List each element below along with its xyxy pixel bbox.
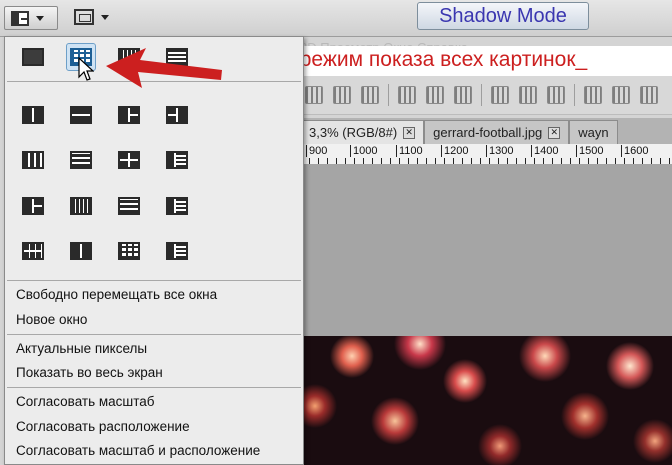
layout-6-up-icon[interactable]	[66, 237, 96, 265]
layout-5-up-icon[interactable]	[114, 192, 144, 220]
ruler-label: 1500	[576, 145, 603, 157]
ruler-label: 1200	[441, 145, 468, 157]
layout-6-up-list-icon[interactable]	[162, 237, 192, 265]
screen-mode-icon	[74, 9, 94, 25]
options-bar	[300, 76, 672, 115]
ruler-label: 1300	[486, 145, 513, 157]
layout-4-up-mixed-icon[interactable]	[18, 192, 48, 220]
layout-4-up-icon[interactable]	[114, 146, 144, 174]
document-tabs: 3,3% (RGB/8#) ✕ gerrard-football.jpg ✕ way…	[300, 118, 672, 145]
document-image	[300, 336, 672, 465]
layout-3-up-stacked-icon[interactable]	[162, 101, 192, 129]
document-tab[interactable]: 3,3% (RGB/8#) ✕	[300, 120, 425, 145]
tab-label: wayn	[578, 125, 609, 140]
divider	[388, 84, 389, 106]
divider	[574, 84, 575, 106]
align-icon[interactable]	[305, 86, 323, 104]
ruler-label: 1400	[531, 145, 558, 157]
arrange-documents-menu: Свободно перемещать все окна Новое окно …	[4, 36, 304, 465]
align-icon[interactable]	[398, 86, 416, 104]
distribute-icon[interactable]	[584, 86, 602, 104]
distribute-icon[interactable]	[612, 86, 630, 104]
menu-item-actual-pixels[interactable]: Актуальные пикселы	[16, 341, 147, 356]
menu-item-match-zoom[interactable]: Согласовать масштаб	[16, 394, 155, 409]
menu-item-match-location[interactable]: Согласовать расположение	[16, 419, 190, 434]
layout-consolidate-all-icon[interactable]	[18, 43, 48, 71]
align-icon[interactable]	[361, 86, 379, 104]
align-icon[interactable]	[454, 86, 472, 104]
divider	[481, 84, 482, 106]
chevron-down-icon	[36, 15, 44, 21]
align-icon[interactable]	[333, 86, 351, 104]
layout-4-up-vertical-icon[interactable]	[66, 192, 96, 220]
menu-item-float-all-windows[interactable]: Свободно перемещать все окна	[16, 287, 217, 302]
distribute-icon[interactable]	[491, 86, 509, 104]
arrange-documents-icon	[11, 10, 29, 26]
ruler-label: 900	[306, 145, 327, 157]
layout-6-up-mixed-icon[interactable]	[18, 237, 48, 265]
close-icon[interactable]: ✕	[548, 127, 561, 139]
tab-label: 3,3% (RGB/8#)	[309, 125, 398, 140]
chevron-down-icon	[101, 14, 109, 20]
ruler-label: 1600	[621, 145, 648, 157]
close-icon[interactable]: ✕	[403, 127, 416, 139]
screen-mode-button[interactable]	[72, 6, 122, 28]
menu-divider	[7, 334, 301, 335]
ruler-label: 1000	[350, 145, 377, 157]
layout-3-up-horizontal-icon[interactable]	[66, 146, 96, 174]
menu-item-new-window[interactable]: Новое окно	[16, 312, 87, 327]
tab-label: gerrard-football.jpg	[433, 125, 543, 140]
menu-divider	[7, 280, 301, 281]
menu-divider	[7, 387, 301, 388]
layout-3-up-icon[interactable]	[114, 101, 144, 129]
document-tab[interactable]: wayn	[569, 120, 618, 145]
application-bar: Shadow Mode	[0, 0, 672, 37]
shadow-mode-button[interactable]: Shadow Mode	[417, 2, 589, 30]
layout-3-up-list-icon[interactable]	[162, 146, 192, 174]
document-tab[interactable]: gerrard-football.jpg ✕	[424, 120, 570, 145]
canvas-pasteboard	[300, 164, 672, 336]
annotation-arrow-icon	[106, 48, 222, 88]
align-icon[interactable]	[426, 86, 444, 104]
ruler-label: 1100	[396, 145, 423, 157]
layout-5-up-list-icon[interactable]	[162, 192, 192, 220]
layout-2-up-horizontal-icon[interactable]	[66, 101, 96, 129]
layout-2-up-vertical-icon[interactable]	[18, 101, 48, 129]
distribute-icon[interactable]	[519, 86, 537, 104]
distribute-icon[interactable]	[547, 86, 565, 104]
layout-3-up-vertical-icon[interactable]	[18, 146, 48, 174]
menu-item-match-zoom-and-location[interactable]: Согласовать масштаб и расположение	[16, 443, 260, 458]
layout-6-up-grid-icon[interactable]	[114, 237, 144, 265]
mouse-cursor-icon	[78, 57, 94, 81]
menu-item-fit-on-screen[interactable]: Показать во весь экран	[16, 365, 163, 380]
distribute-icon[interactable]	[640, 86, 658, 104]
arrange-documents-button[interactable]	[4, 6, 58, 30]
horizontal-ruler: 900 1000 1100 1200 1300 1400 1500 1600	[300, 144, 672, 165]
